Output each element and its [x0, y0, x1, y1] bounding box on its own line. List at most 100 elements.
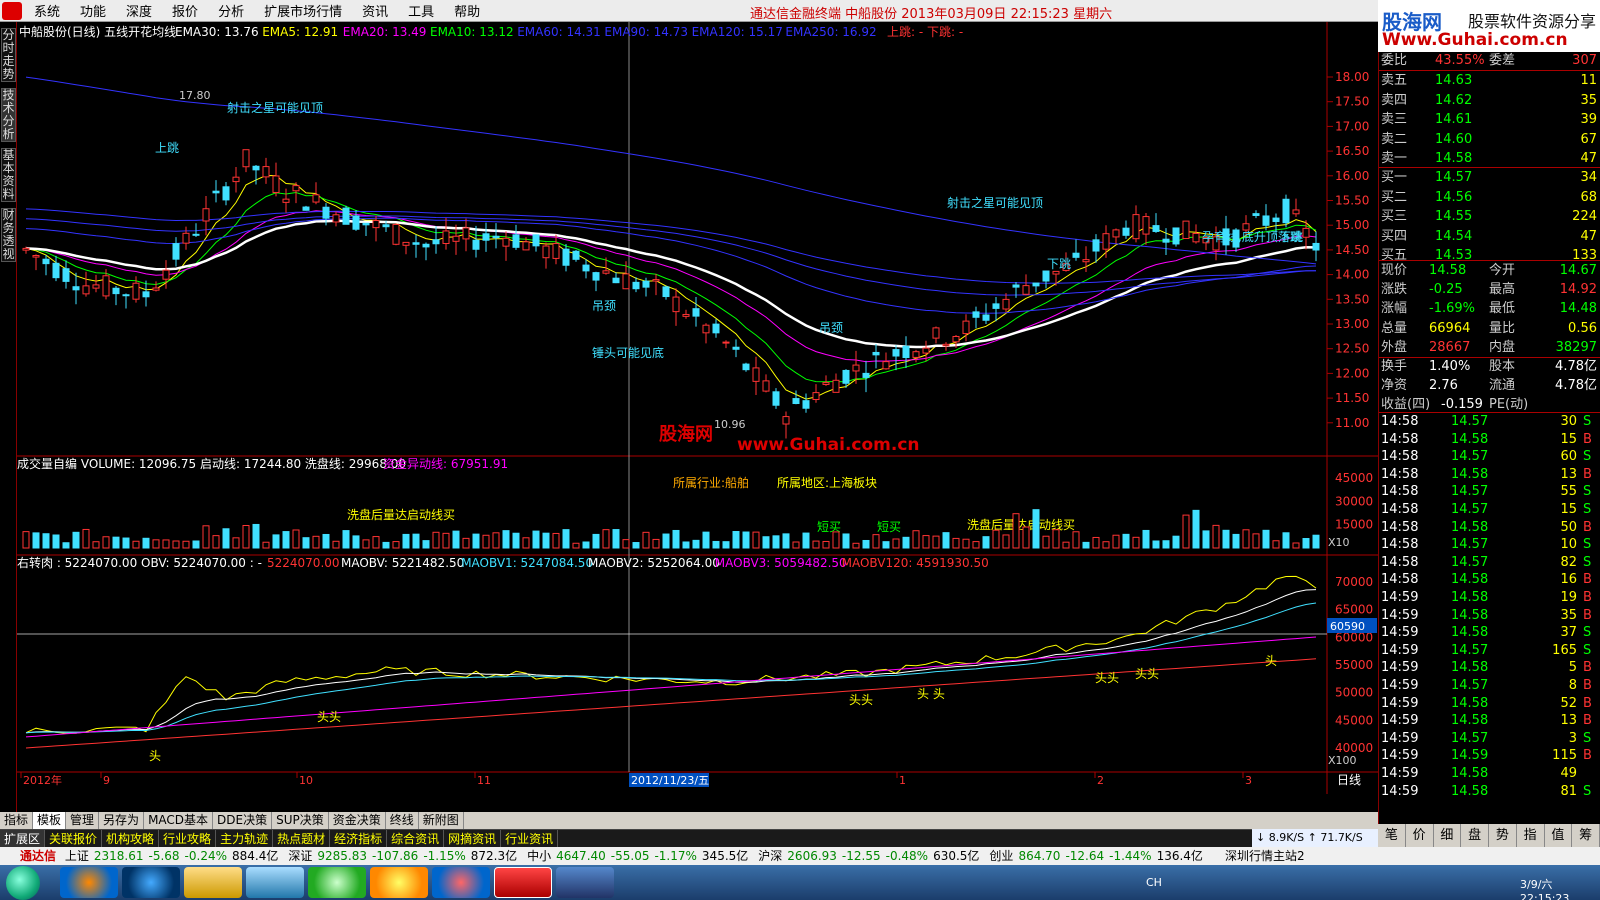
- media-player-icon[interactable]: [246, 867, 304, 898]
- quote-stat-row-cell: 外盘: [1381, 339, 1408, 355]
- system-clock[interactable]: 3/9/六 22:15:23: [1520, 876, 1600, 900]
- extension-tab-3[interactable]: 行业攻略: [159, 830, 217, 847]
- quote-tick-row-cell: 52: [1560, 695, 1577, 711]
- extension-tab-8[interactable]: 网摘资讯: [444, 830, 502, 847]
- candle-body: [152, 287, 160, 291]
- obv-legend-0: 5224070.00: [267, 556, 340, 570]
- extension-tab-5[interactable]: 热点题材: [273, 830, 331, 847]
- indicator-tab-3[interactable]: 另存为: [99, 812, 145, 829]
- indicator-tab-2[interactable]: 管理: [66, 812, 100, 829]
- indicator-tab-8[interactable]: 终线: [386, 812, 419, 829]
- volume-bar: [692, 539, 700, 549]
- ticker-index-1[interactable]: 深证 9285.83 -107.86 -1.15% 872.3亿: [288, 849, 522, 863]
- obv-tick-label: 70000: [1335, 575, 1373, 589]
- ema-label-0: EMA30: 13.76: [175, 25, 259, 39]
- taskbar-app-6-icon[interactable]: [370, 867, 428, 898]
- extension-tab-2[interactable]: 机构攻略: [102, 830, 160, 847]
- menu-item-8[interactable]: 帮助: [444, 1, 490, 20]
- indicator-tab-0[interactable]: 指标: [0, 812, 34, 829]
- extension-tab-0[interactable]: 扩展区: [0, 830, 46, 847]
- quote-tab-2[interactable]: 细: [1434, 824, 1462, 847]
- ticker-index-2[interactable]: 中小 4647.40 -55.05 -1.17% 345.5亿: [527, 849, 753, 863]
- menu-item-2[interactable]: 深度: [116, 1, 162, 20]
- volume-bar: [902, 536, 910, 549]
- ticker-index-amount: 884.4亿: [232, 849, 279, 863]
- tongdaxin-taskbar-icon[interactable]: [494, 867, 552, 898]
- ie-browser-icon[interactable]: [122, 867, 180, 898]
- taskbar-app-1-icon[interactable]: [60, 867, 118, 898]
- period-label[interactable]: 日线: [1337, 773, 1361, 787]
- file-explorer-icon[interactable]: [184, 867, 242, 898]
- extension-tab-6[interactable]: 经济指标: [330, 830, 388, 847]
- taskbar-app-5-icon[interactable]: [308, 867, 366, 898]
- quote-tab-0[interactable]: 笔: [1378, 824, 1406, 847]
- volume-bar: [182, 540, 190, 549]
- quote-tick-row-cell: 14.57: [1451, 554, 1489, 570]
- extension-tab-9[interactable]: 行业资讯: [501, 830, 559, 847]
- indicator-tab-7[interactable]: 资金决策: [329, 812, 386, 829]
- tab-realtime-trend[interactable]: 分时走势: [1, 28, 16, 82]
- volume-bar: [1122, 533, 1130, 549]
- taskbar-app-7-icon[interactable]: [432, 867, 490, 898]
- candle-body: [1272, 217, 1280, 223]
- ime-language[interactable]: CH: [1146, 876, 1162, 889]
- menu-item-6[interactable]: 资讯: [352, 1, 398, 20]
- volume-bar: [852, 542, 860, 549]
- quote-tick-row: 14:58 14.58 15 B: [1379, 431, 1600, 449]
- quote-tick-row-cell: 14.57: [1451, 730, 1489, 746]
- candle-body: [312, 194, 320, 203]
- quote-tab-4[interactable]: 势: [1489, 824, 1517, 847]
- quote-tick-row-cell: 50: [1560, 519, 1577, 535]
- ticker-index-0[interactable]: 上证 2318.61 -5.68 -0.24% 884.4亿: [65, 849, 284, 863]
- ticker-index-value: 864.70: [1018, 849, 1061, 863]
- menu-item-0[interactable]: 系统: [24, 1, 70, 20]
- menu-item-5[interactable]: 扩展市场行情: [254, 1, 352, 20]
- volume-bar: [52, 534, 60, 549]
- quote-stat-row-cell: -0.25: [1429, 282, 1463, 298]
- quote-tab-1[interactable]: 价: [1406, 824, 1434, 847]
- quote-tab-7[interactable]: 筹: [1572, 824, 1600, 847]
- quote-tick-row: 14:59 14.58 13 B: [1379, 712, 1600, 730]
- menu-item-7[interactable]: 工具: [398, 1, 444, 20]
- ticker-index-name: 上证: [64, 849, 89, 863]
- menu-items: 系统 功能 深度 报价 分析 扩展市场行情 资讯 工具 帮助: [24, 1, 490, 20]
- candle-body: [882, 361, 890, 370]
- taskbar-app-9-icon[interactable]: [556, 867, 614, 898]
- tab-financial[interactable]: 财务透视: [1, 208, 16, 262]
- quote-buy-row-cell: 买二: [1381, 189, 1408, 205]
- indicator-tab-4[interactable]: MACD基本: [144, 812, 214, 829]
- indicator-tab-9[interactable]: 新附图: [419, 812, 464, 829]
- quote-tab-6[interactable]: 值: [1545, 824, 1573, 847]
- cursor-date: 2012/11/23/五: [631, 774, 709, 787]
- volume-bar: [842, 533, 850, 549]
- ticker-index-pct: -0.24%: [184, 849, 227, 863]
- start-button-icon[interactable]: [6, 866, 40, 900]
- quote-tick-row: 14:58 14.57 10 S: [1379, 536, 1600, 554]
- ticker-index-3[interactable]: 沪深 2606.93 -12.55 -0.48% 630.5亿: [758, 849, 984, 863]
- head-marker: 头 头: [917, 687, 945, 701]
- ticker-index-4[interactable]: 创业 864.70 -12.64 -1.44% 136.4亿: [989, 849, 1208, 863]
- quote-tab-3[interactable]: 盘: [1461, 824, 1489, 847]
- indicator-tab-5[interactable]: DDE决策: [213, 812, 273, 829]
- indicator-tab-1[interactable]: 模板: [33, 812, 67, 829]
- volume-bar: [1162, 540, 1170, 549]
- volume-tick-label: 30000: [1335, 494, 1373, 508]
- quote-tick-row: 14:59 14.58 49: [1379, 765, 1600, 783]
- menu-item-3[interactable]: 报价: [162, 1, 208, 20]
- extension-tab-1[interactable]: 关联报价: [45, 830, 103, 847]
- tab-basic-info[interactable]: 基本资料: [1, 148, 16, 202]
- quote-tick-row: 14:59 14.58 19 B: [1379, 589, 1600, 607]
- quote-sell-row-cell: 卖五: [1381, 73, 1408, 88]
- candle-body: [1122, 227, 1130, 236]
- quote-stat-row-cell: 换手: [1381, 359, 1408, 374]
- quote-tab-5[interactable]: 指: [1517, 824, 1545, 847]
- extension-tab-7[interactable]: 综合资讯: [387, 830, 445, 847]
- candle-body: [422, 243, 430, 248]
- tab-technical-analysis[interactable]: 技术分析: [1, 88, 16, 142]
- kline-chart[interactable]: 中船股份(日线) 五线开花均线 EMA30: 13.76 EMA5: 12.91 E…: [17, 22, 1378, 812]
- menu-item-1[interactable]: 功能: [70, 1, 116, 20]
- indicator-tab-6[interactable]: SUP决策: [272, 812, 329, 829]
- extension-tab-4[interactable]: 主力轨迹: [216, 830, 274, 847]
- menu-item-4[interactable]: 分析: [208, 1, 254, 20]
- candle-body: [852, 364, 860, 372]
